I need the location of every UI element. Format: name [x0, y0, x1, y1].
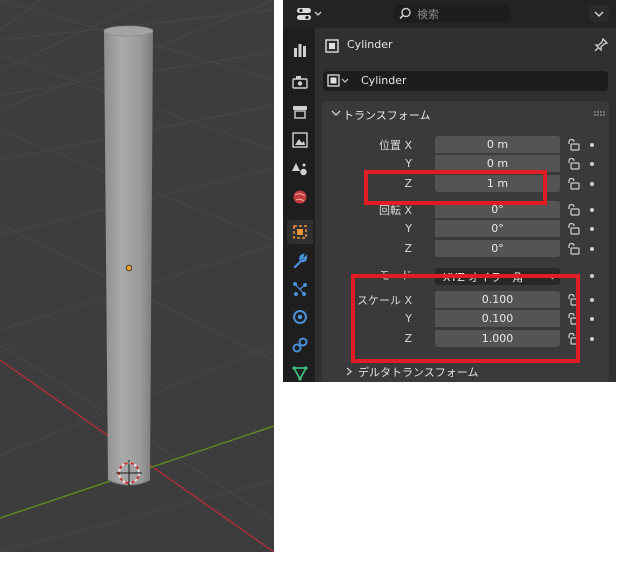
3d-viewport[interactable] [0, 0, 274, 552]
output-icon [293, 106, 307, 119]
rotation-mode-keyframe-dot[interactable] [590, 274, 594, 278]
tab-physics[interactable] [287, 305, 313, 329]
location-x-keyframe-dot[interactable] [590, 143, 594, 147]
editor-type-selector[interactable] [295, 5, 325, 23]
rotation-z-field[interactable]: 0° [435, 240, 560, 257]
cylinder-object[interactable] [103, 25, 154, 486]
rotation-y-keyframe-dot[interactable] [590, 227, 594, 231]
view-layer-icon [292, 132, 308, 148]
constraints-icon [292, 337, 308, 353]
object-properties-icon [293, 225, 307, 239]
search-icon [399, 7, 411, 20]
location-y-keyframe-dot[interactable] [590, 162, 594, 166]
world-icon [293, 190, 307, 204]
particles-icon [293, 282, 307, 296]
object-icon [325, 39, 339, 53]
tab-data[interactable] [287, 361, 313, 382]
delta-transform-title: デルタトランスフォーム [358, 366, 479, 379]
tab-modifiers[interactable] [287, 249, 313, 273]
pin-icon[interactable] [594, 38, 608, 52]
scale-y-keyframe-dot[interactable] [590, 317, 594, 321]
rotation-y-lock-icon[interactable] [566, 223, 580, 235]
physics-icon [293, 310, 307, 324]
search-placeholder: 検索 [417, 8, 439, 21]
viewport-canvas [0, 0, 274, 552]
tab-scene[interactable] [287, 157, 313, 181]
rotation-z-label: Z [404, 242, 412, 255]
properties-header: 検索 [283, 0, 616, 28]
object-name-label: Cylinder [347, 38, 393, 51]
options-dropdown-button[interactable] [589, 5, 609, 22]
location-y-label: Y [405, 157, 412, 170]
wrench-icon [293, 253, 308, 269]
tab-particles[interactable] [287, 277, 313, 301]
drag-grip-icon[interactable] [594, 111, 606, 117]
object-origin-dot [125, 264, 133, 272]
location-x-field[interactable]: 0 m [435, 136, 560, 153]
location-x-lock-icon[interactable] [566, 139, 580, 151]
location-z-keyframe-dot[interactable] [590, 182, 594, 186]
tab-output[interactable] [287, 100, 313, 124]
scale-z-keyframe-dot[interactable] [590, 337, 594, 341]
search-input[interactable]: 検索 [394, 5, 510, 22]
properties-tabs [283, 28, 315, 382]
render-icon [292, 76, 308, 89]
chevron-right-icon [346, 367, 352, 376]
rotation-y-field[interactable]: 0° [435, 220, 560, 237]
scene-icon [292, 163, 307, 176]
transform-panel-title: トランスフォーム [343, 109, 431, 122]
object-datablock-icon [327, 74, 349, 87]
tab-view-layer[interactable] [287, 128, 313, 152]
tab-world[interactable] [287, 185, 313, 209]
rotation-x-lock-icon[interactable] [566, 204, 580, 216]
rotation-z-keyframe-dot[interactable] [590, 247, 594, 251]
object-datablock-name[interactable]: Cylinder [361, 74, 407, 87]
properties-editor-icon [297, 8, 322, 20]
location-y-lock-icon[interactable] [566, 158, 580, 170]
location-z-lock-icon[interactable] [566, 178, 580, 190]
rotation-z-lock-icon[interactable] [566, 243, 580, 255]
chevron-down-icon [594, 11, 604, 17]
tab-object[interactable] [287, 220, 313, 244]
highlight-location-z [364, 170, 547, 205]
tool-settings-icon [294, 44, 306, 57]
object-datablock-field[interactable]: Cylinder [323, 71, 608, 91]
chevron-down-icon [331, 110, 341, 116]
scale-x-keyframe-dot[interactable] [590, 298, 594, 302]
highlight-scale-fields [351, 274, 580, 363]
transform-panel-header[interactable]: トランスフォーム [322, 101, 609, 127]
tab-constraints[interactable] [287, 333, 313, 357]
mesh-data-icon [292, 366, 308, 381]
tab-tool[interactable] [287, 38, 313, 62]
rotation-x-keyframe-dot[interactable] [590, 208, 594, 212]
tab-render[interactable] [287, 70, 313, 94]
rotation-y-label: Y [405, 222, 412, 235]
location-x-label: 位置 X [378, 139, 412, 152]
